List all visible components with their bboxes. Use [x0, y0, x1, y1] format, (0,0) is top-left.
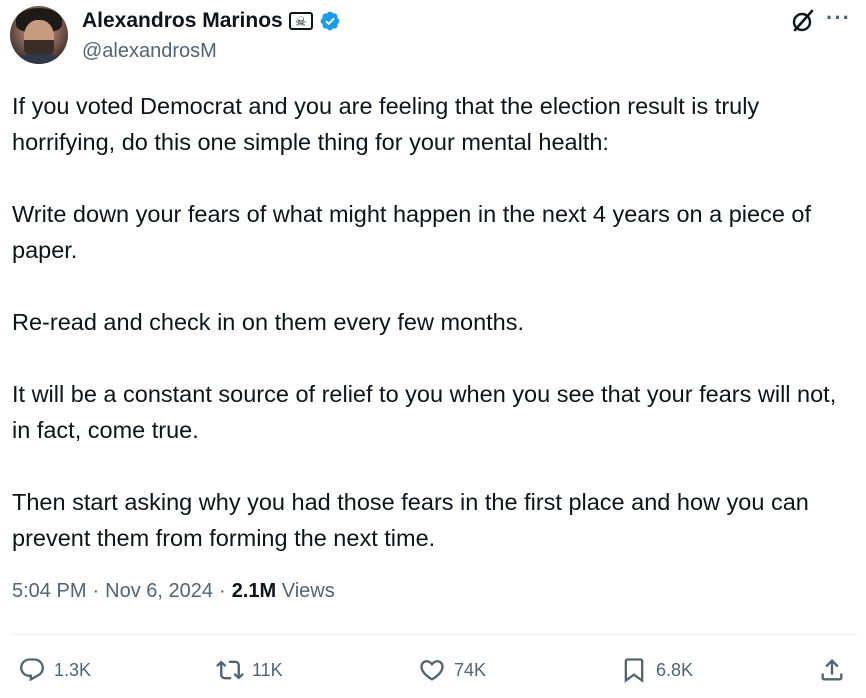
like-button[interactable]: 74K — [418, 650, 486, 690]
reply-icon — [20, 658, 44, 682]
repost-button[interactable]: 11K — [216, 650, 283, 690]
share-button[interactable] — [818, 650, 846, 690]
author-name-row: Alexandros Marinos ☠ — [82, 8, 341, 34]
reply-count: 1.3K — [54, 659, 92, 680]
tweet-date[interactable]: Nov 6, 2024 — [105, 580, 213, 603]
author-display-name[interactable]: Alexandros Marinos — [82, 9, 283, 33]
views-count: 2.1M — [231, 580, 277, 602]
like-count: 74K — [454, 659, 487, 680]
reply-button[interactable]: 1.3K — [18, 650, 91, 690]
share-icon — [821, 659, 843, 681]
grok-icon[interactable] — [790, 8, 816, 34]
repost-count: 11K — [252, 659, 283, 680]
more-options-icon[interactable]: ··· — [826, 7, 851, 29]
heart-icon — [420, 660, 444, 681]
tweet-time[interactable]: 5:04 PM — [12, 580, 86, 603]
bookmark-count: 6.8K — [656, 659, 694, 680]
bookmark-button[interactable]: 6.8K — [620, 650, 693, 690]
tweet: Alexandros Marinos ☠ @alexandrosM ··· If… — [0, 0, 866, 698]
views-label: Views — [281, 580, 335, 602]
author-handle[interactable]: @alexandrosM — [82, 40, 217, 63]
repost-icon — [216, 660, 244, 680]
meta-separator: · — [219, 580, 226, 602]
tweet-paragraph: It will be a constant source of relief t… — [12, 381, 837, 443]
tweet-paragraph: Then start asking why you had those fear… — [12, 489, 809, 551]
tweet-paragraph: If you voted Democrat and you are feelin… — [12, 93, 760, 155]
tweet-paragraph: Write down your fears of what might happ… — [12, 201, 812, 263]
divider — [12, 634, 858, 635]
skull-crossbones-flag-icon: ☠ — [288, 12, 313, 30]
meta-separator: · — [92, 580, 100, 602]
tweet-text: If you voted Democrat and you are feelin… — [12, 88, 858, 556]
bookmark-icon — [624, 658, 644, 683]
avatar[interactable] — [10, 6, 68, 64]
verified-badge-icon[interactable] — [319, 10, 341, 32]
tweet-meta: 5:04 PM · Nov 6, 2024 · 2.1M Views — [12, 580, 335, 603]
action-bar: 1.3K 11K 74K 6.8K — [0, 650, 866, 690]
tweet-paragraph: Re-read and check in on them every few m… — [12, 309, 525, 335]
